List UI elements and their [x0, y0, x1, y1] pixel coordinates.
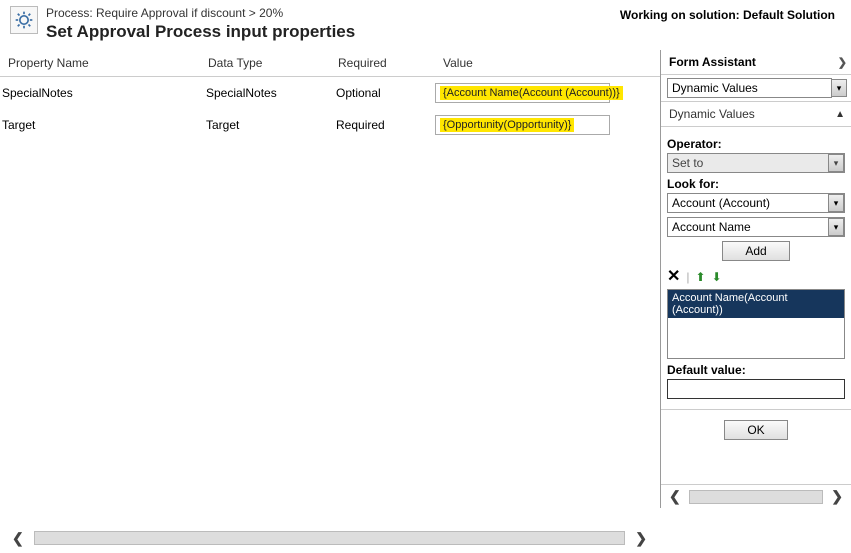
dropdown-arrow-icon[interactable]: ▾: [831, 79, 847, 97]
col-property-name: Property Name: [8, 56, 208, 70]
list-item[interactable]: Account Name(Account (Account)): [668, 290, 844, 318]
scroll-track[interactable]: [689, 490, 824, 504]
prop-type: SpecialNotes: [200, 86, 330, 100]
dropdown-arrow-icon[interactable]: ▾: [828, 194, 844, 212]
page-header: Process: Require Approval if discount > …: [0, 0, 851, 50]
add-button[interactable]: Add: [722, 241, 789, 261]
selected-values-list[interactable]: Account Name(Account (Account)): [667, 289, 845, 359]
dropdown-arrow-icon[interactable]: ▾: [828, 154, 844, 172]
form-assistant-header[interactable]: Form Assistant ❯: [661, 50, 851, 75]
form-assistant-pane: Form Assistant ❯ Dynamic Values ▾ Dynami…: [660, 50, 851, 508]
col-required: Required: [338, 56, 443, 70]
value-tag: {Account Name(Account (Account))}: [440, 86, 623, 100]
operator-select[interactable]: Set to ▾: [667, 153, 845, 173]
default-value-input[interactable]: [667, 379, 845, 399]
prop-name: SpecialNotes: [0, 86, 200, 100]
scroll-right-icon[interactable]: ❯: [827, 488, 847, 505]
scroll-right-icon[interactable]: ❯: [631, 530, 651, 547]
dynamic-values-section-header[interactable]: Dynamic Values ▲: [661, 101, 851, 127]
scroll-left-icon[interactable]: ❮: [665, 488, 685, 505]
chevron-right-icon: ❯: [838, 56, 847, 69]
column-headers: Property Name Data Type Required Value: [0, 50, 660, 77]
property-row: SpecialNotes SpecialNotes Optional {Acco…: [0, 77, 660, 109]
default-value-label: Default value:: [667, 363, 845, 377]
value-input-target[interactable]: {Opportunity(Opportunity)}: [435, 115, 610, 135]
lookfor-attribute-select[interactable]: Account Name ▾: [667, 217, 845, 237]
main-horizontal-scrollbar[interactable]: ❮ ❯: [8, 529, 651, 547]
move-up-icon[interactable]: ⬆: [696, 270, 706, 284]
process-gear-icon: [10, 6, 38, 34]
assistant-mode-dropdown[interactable]: Dynamic Values: [667, 78, 832, 98]
remove-x-icon[interactable]: ✕: [667, 269, 680, 285]
operator-label: Operator:: [667, 137, 845, 151]
assistant-horizontal-scrollbar[interactable]: ❮ ❯: [661, 484, 851, 508]
scroll-track[interactable]: [34, 531, 626, 545]
col-value: Value: [443, 56, 660, 70]
prop-type: Target: [200, 118, 330, 132]
move-down-icon[interactable]: ⬇: [712, 270, 722, 284]
prop-name: Target: [0, 118, 200, 132]
properties-pane: Property Name Data Type Required Value S…: [0, 50, 660, 508]
ok-button[interactable]: OK: [724, 420, 787, 440]
col-data-type: Data Type: [208, 56, 338, 70]
process-line: Process: Require Approval if discount > …: [46, 6, 620, 20]
scroll-left-icon[interactable]: ❮: [8, 530, 28, 547]
working-on-solution: Working on solution: Default Solution: [620, 6, 841, 22]
separator: |: [686, 270, 689, 284]
prop-required: Optional: [330, 86, 435, 100]
lookfor-label: Look for:: [667, 177, 845, 191]
lookfor-entity-select[interactable]: Account (Account) ▾: [667, 193, 845, 213]
dropdown-arrow-icon[interactable]: ▾: [828, 218, 844, 236]
form-assistant-title: Form Assistant: [669, 55, 756, 69]
prop-required: Required: [330, 118, 435, 132]
property-row: Target Target Required {Opportunity(Oppo…: [0, 109, 660, 141]
value-tag: {Opportunity(Opportunity)}: [440, 118, 574, 132]
page-title: Set Approval Process input properties: [46, 22, 620, 42]
value-input-specialnotes[interactable]: {Account Name(Account (Account))}: [435, 83, 610, 103]
collapse-up-icon: ▲: [835, 109, 845, 120]
